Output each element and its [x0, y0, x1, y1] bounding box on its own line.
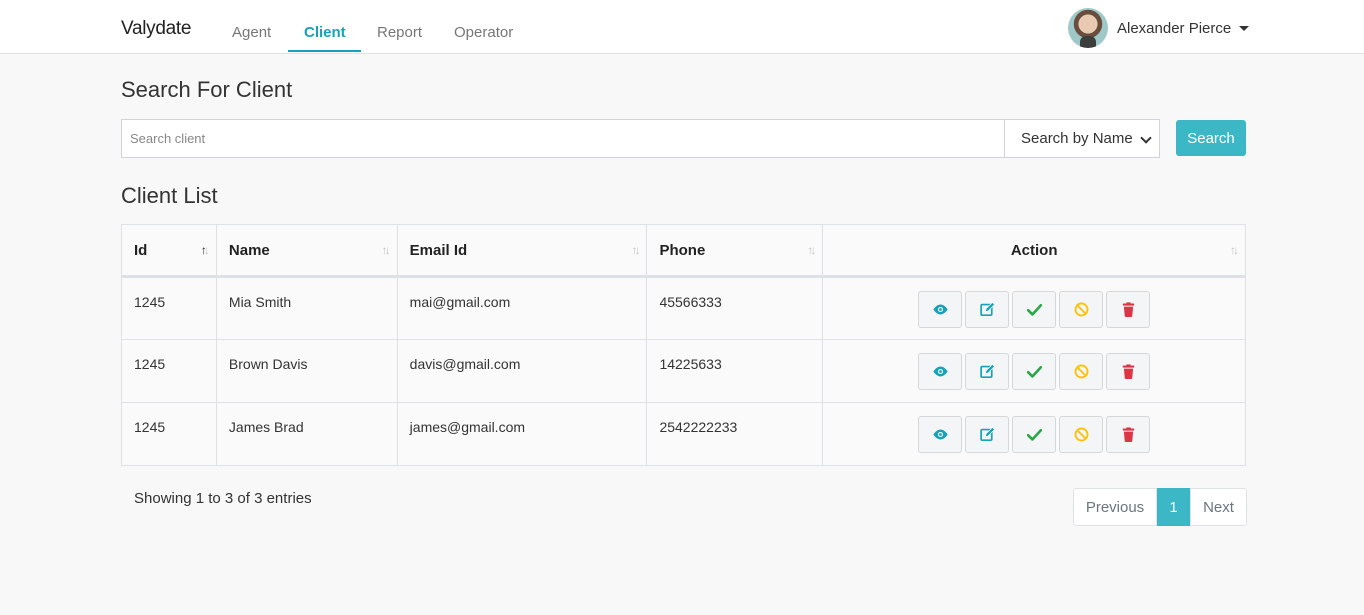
nav-link-report[interactable]: Report — [377, 24, 422, 41]
brand-name: Valydate — [121, 18, 192, 39]
edit-button[interactable] — [965, 291, 1010, 328]
trash-icon — [1120, 426, 1137, 443]
pagination-next[interactable]: Next — [1190, 488, 1247, 526]
cell-actions — [822, 339, 1246, 403]
block-button[interactable] — [1059, 291, 1104, 328]
brand-logo[interactable]: Valydate — [121, 18, 191, 40]
pagination-previous[interactable]: Previous — [1073, 488, 1157, 526]
edit-icon — [979, 301, 996, 318]
nav-link-agent[interactable]: Agent — [232, 24, 271, 41]
active-nav-indicator — [288, 50, 361, 52]
top-navbar: Valydate Agent Client Report Operator Al… — [0, 0, 1364, 54]
approve-button[interactable] — [1012, 353, 1057, 390]
view-button[interactable] — [918, 291, 963, 328]
column-header-id[interactable]: Id ↑↓ — [121, 224, 217, 278]
cell-email: mai@gmail.com — [396, 276, 648, 340]
view-button[interactable] — [918, 353, 963, 390]
eye-icon — [932, 426, 949, 443]
user-menu[interactable]: Alexander Pierce — [1068, 7, 1250, 49]
approve-button[interactable] — [1012, 291, 1057, 328]
cell-phone: 45566333 — [646, 276, 824, 340]
ban-icon — [1073, 301, 1090, 318]
check-icon — [1026, 426, 1043, 443]
cell-email: james@gmail.com — [396, 402, 648, 466]
sort-icon: ↑↓ — [200, 243, 210, 257]
caret-down-icon — [1239, 25, 1250, 31]
search-type-value: Search by Name — [1021, 130, 1133, 147]
search-input[interactable] — [121, 119, 1005, 158]
nav-link-client[interactable]: Client — [304, 24, 346, 41]
cell-phone: 14225633 — [646, 339, 824, 403]
search-button[interactable]: Search — [1176, 120, 1246, 156]
approve-button[interactable] — [1012, 416, 1057, 453]
pagination: Previous 1 Next — [1073, 488, 1247, 526]
column-label: Action — [1010, 241, 1058, 259]
cell-id: 1245 — [121, 402, 217, 466]
cell-actions — [822, 276, 1246, 340]
sort-icon: ↑↓ — [807, 243, 816, 257]
user-name: Alexander Pierce — [1117, 19, 1232, 37]
cell-name: Mia Smith — [215, 276, 398, 340]
edit-icon — [979, 363, 996, 380]
edit-button[interactable] — [965, 416, 1010, 453]
column-label: Phone — [659, 241, 706, 259]
block-button[interactable] — [1059, 353, 1104, 390]
edit-button[interactable] — [965, 353, 1010, 390]
table-row: 1245 Brown Davis davis@gmail.com 1422563… — [121, 339, 1246, 403]
table-header-row: Id ↑↓ Name ↑↓ Email Id ↑↓ Phone ↑↓ Actio… — [121, 224, 1246, 278]
search-heading: Search For Client — [121, 77, 293, 102]
cell-id: 1245 — [121, 276, 217, 340]
check-icon — [1026, 301, 1043, 318]
column-header-action[interactable]: Action ↑↓ — [822, 224, 1246, 278]
eye-icon — [932, 301, 949, 318]
cell-actions — [822, 402, 1246, 466]
table-row: 1245 James Brad james@gmail.com 25422222… — [121, 402, 1246, 466]
sort-icon: ↑↓ — [1230, 243, 1239, 257]
client-list-heading: Client List — [121, 183, 218, 208]
sort-icon: ↑↓ — [631, 243, 640, 257]
cell-email: davis@gmail.com — [396, 339, 648, 403]
cell-id: 1245 — [121, 339, 217, 403]
cell-phone: 2542222233 — [646, 402, 824, 466]
cell-name: Brown Davis — [215, 339, 398, 403]
edit-icon — [979, 426, 996, 443]
sort-icon: ↑↓ — [381, 243, 391, 257]
column-header-phone[interactable]: Phone ↑↓ — [646, 224, 824, 278]
table-row: 1245 Mia Smith mai@gmail.com 45566333 — [121, 276, 1246, 340]
entries-info: Showing 1 to 3 of 3 entries — [134, 490, 312, 507]
block-button[interactable] — [1059, 416, 1104, 453]
pagination-page-current[interactable]: 1 — [1157, 488, 1190, 526]
cell-name: James Brad — [215, 402, 398, 466]
nav-link-operator[interactable]: Operator — [454, 24, 513, 41]
delete-button[interactable] — [1106, 416, 1151, 453]
column-header-email[interactable]: Email Id ↑↓ — [396, 224, 648, 278]
chevron-down-icon — [1140, 132, 1152, 144]
view-button[interactable] — [918, 416, 963, 453]
trash-icon — [1120, 301, 1137, 318]
delete-button[interactable] — [1106, 291, 1151, 328]
delete-button[interactable] — [1106, 353, 1151, 390]
client-table: Id ↑↓ Name ↑↓ Email Id ↑↓ Phone ↑↓ Actio… — [121, 224, 1246, 466]
ban-icon — [1073, 363, 1090, 380]
eye-icon — [932, 363, 949, 380]
search-type-select[interactable]: Search by Name — [1004, 119, 1160, 158]
avatar — [1068, 8, 1108, 48]
column-label: Id — [134, 241, 148, 259]
trash-icon — [1120, 363, 1137, 380]
ban-icon — [1073, 426, 1090, 443]
column-header-name[interactable]: Name ↑↓ — [215, 224, 398, 278]
column-label: Name — [228, 241, 270, 259]
column-label: Email Id — [409, 241, 468, 259]
check-icon — [1026, 363, 1043, 380]
